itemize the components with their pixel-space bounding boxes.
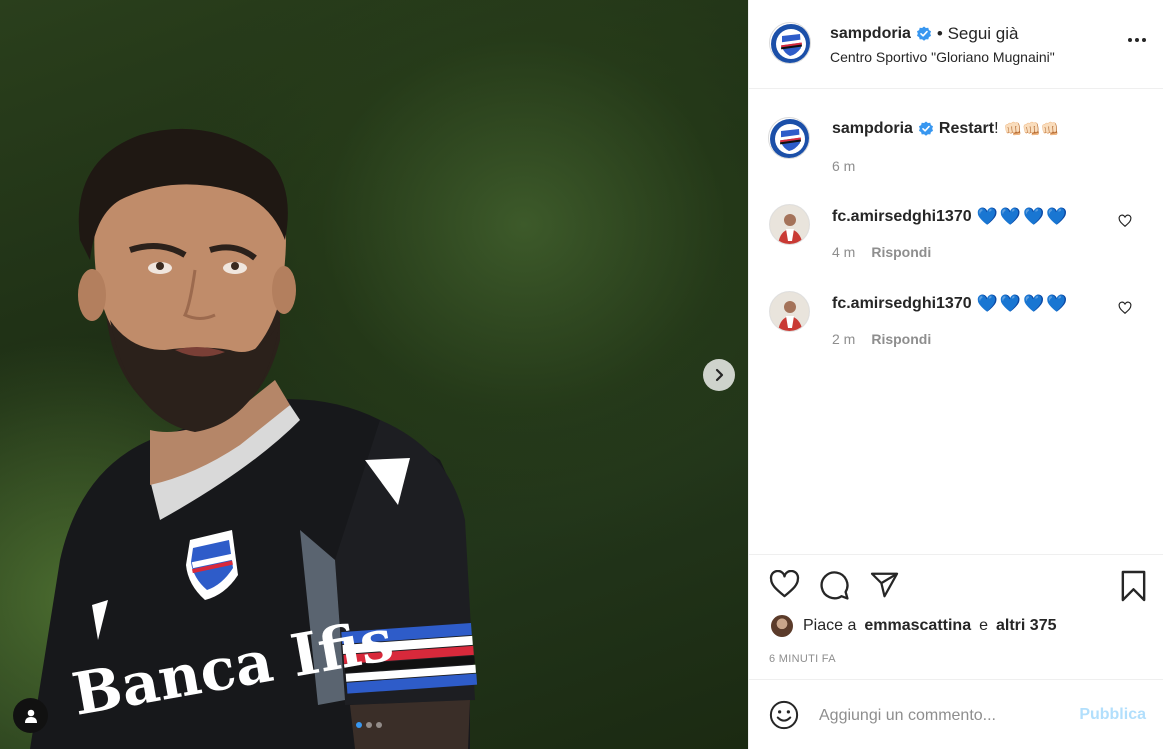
comment-input[interactable] (819, 703, 1069, 729)
caption-avatar[interactable] (768, 117, 810, 159)
add-comment-bar: Pubblica (749, 679, 1163, 749)
post-location[interactable]: Centro Sportivo "Gloriano Mugnaini" (830, 49, 1055, 65)
comment-username[interactable]: fc.amirsedghi1370 (832, 295, 972, 313)
carousel-dot (356, 722, 362, 728)
carousel-indicator (356, 722, 382, 728)
user-tag-icon (24, 709, 37, 723)
comment-username[interactable]: fc.amirsedghi1370 (832, 208, 972, 226)
post-header: sampdoria • Segui già Centro Sportivo "G… (749, 0, 1163, 89)
caption-username[interactable]: sampdoria (832, 120, 913, 138)
heart-icon[interactable] (1118, 301, 1132, 315)
commenter-photo (770, 205, 809, 244)
verified-badge-icon (916, 26, 931, 41)
sampdoria-logo-icon (771, 24, 810, 63)
verified-badge-icon (918, 121, 933, 136)
emoji-icon[interactable] (769, 700, 799, 730)
commenter-photo (770, 292, 809, 331)
more-icon (1128, 38, 1132, 42)
likes-others-count[interactable]: altri 375 (996, 617, 1056, 635)
comment-text: 💙💙💙💙 (976, 207, 1070, 226)
liker-username[interactable]: emmascattina (864, 617, 971, 635)
sampdoria-logo-icon (770, 119, 809, 158)
tagged-users-button[interactable] (13, 698, 48, 733)
post-side-panel: sampdoria • Segui già Centro Sportivo "G… (748, 0, 1163, 749)
likes-prefix: Piace a (803, 617, 857, 634)
post-timestamp[interactable]: 6 MINUTI FA (769, 653, 836, 665)
comment-text: 💙💙💙💙 (976, 294, 1070, 313)
chevron-right-icon (715, 368, 724, 382)
comment-item: fc.amirsedghi1370 💙💙💙💙 2 m Rispondi (749, 291, 1163, 351)
post-photo[interactable]: Banca Ifis (0, 0, 748, 749)
reply-button[interactable]: Rispondi (871, 244, 931, 260)
liker-avatar[interactable] (769, 613, 795, 639)
follow-status-button[interactable]: • Segui già (937, 24, 1019, 44)
publish-button[interactable]: Pubblica (1079, 706, 1146, 724)
more-options-button[interactable] (1128, 38, 1146, 42)
bookmark-icon[interactable] (1120, 570, 1147, 602)
share-icon[interactable] (869, 570, 900, 600)
player-illustration: Banca Ifis (30, 128, 478, 749)
comment-item: fc.amirsedghi1370 💙💙💙💙 4 m Rispondi (749, 204, 1163, 264)
commenter-avatar[interactable] (769, 204, 810, 245)
like-heart-icon[interactable] (769, 570, 800, 598)
caption-timestamp[interactable]: 6 m (832, 158, 855, 174)
next-slide-button[interactable] (703, 359, 735, 391)
comment-icon[interactable] (819, 570, 850, 601)
caption-bold-text: Restart (938, 120, 995, 137)
caption-text: ! (994, 120, 999, 137)
reply-button[interactable]: Rispondi (871, 331, 931, 347)
commenter-avatar[interactable] (769, 291, 810, 332)
account-username[interactable]: sampdoria (830, 25, 911, 43)
account-avatar[interactable] (769, 22, 811, 64)
comment-time[interactable]: 4 m (832, 244, 855, 260)
carousel-dot (366, 722, 372, 728)
carousel-dot (376, 722, 382, 728)
caption-emojis: 👊🏻👊🏻👊🏻 (1003, 121, 1060, 138)
heart-icon[interactable] (1118, 214, 1132, 228)
post-actions: Piace a emmascattina e altri 375 6 MINUT… (749, 554, 1163, 679)
comment-time[interactable]: 2 m (832, 331, 855, 347)
likes-summary: Piace a emmascattina e altri 375 (769, 613, 1056, 639)
likes-conj: e (979, 617, 988, 634)
